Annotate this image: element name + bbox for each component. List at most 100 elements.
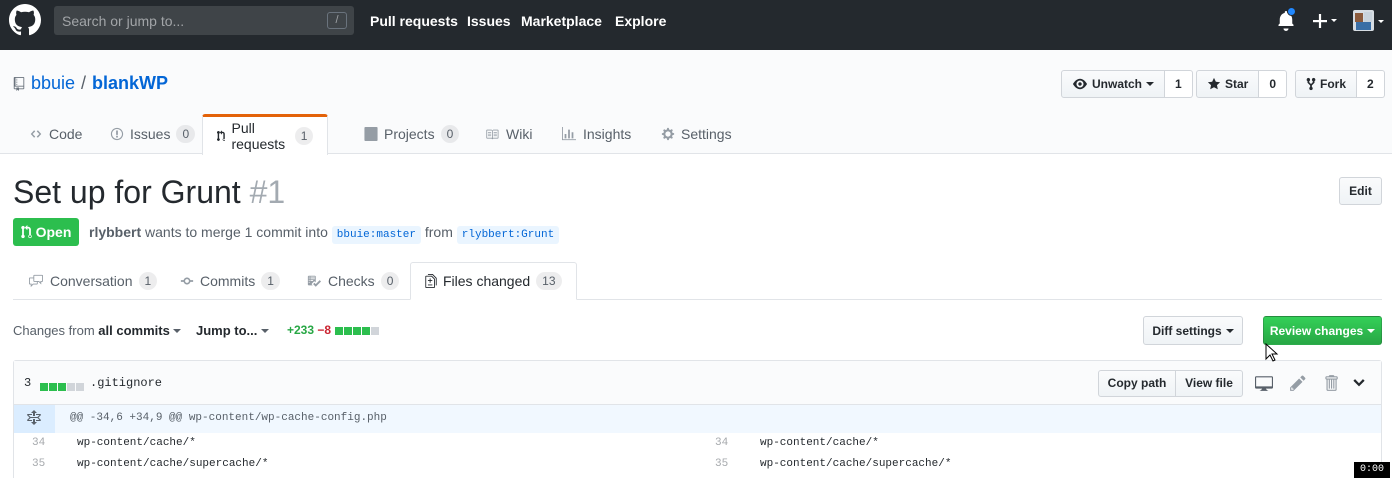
checklist-icon <box>307 275 321 287</box>
pr-author-link[interactable]: rlybbert <box>89 224 141 240</box>
unwatch-button[interactable]: Unwatch <box>1061 70 1166 98</box>
review-changes-button[interactable]: Review changes <box>1263 316 1382 345</box>
pr-meta-text: wants to merge 1 commit into <box>145 224 328 240</box>
head-branch[interactable]: rlybbert:Grunt <box>456 226 560 244</box>
base-branch[interactable]: bbuie:master <box>331 226 421 244</box>
pr-state-label: Open <box>35 224 72 240</box>
search-input[interactable] <box>54 6 324 35</box>
github-logo-icon[interactable] <box>9 4 41 36</box>
fork-button[interactable]: Fork <box>1295 70 1358 98</box>
file-change-count: 3 <box>24 376 32 390</box>
tab-pull-requests-count: 1 <box>294 127 314 145</box>
code-icon <box>30 130 42 138</box>
repo-path-separator: / <box>81 73 87 93</box>
watch-group: Unwatch 1 <box>1061 70 1193 98</box>
left-line-number[interactable]: 35 <box>32 458 45 470</box>
file-name-link[interactable]: .gitignore <box>90 376 162 390</box>
unfold-icon <box>27 410 41 425</box>
tab-issues[interactable]: Issues 0 <box>110 114 196 154</box>
pr-state-badge: Open <box>13 218 79 246</box>
from-text: from <box>424 224 453 240</box>
caret-down-icon <box>1225 328 1234 333</box>
diff-line: 35 wp-content/cache/supercache/* 35 wp-c… <box>14 454 1381 475</box>
additions-count: +233 <box>287 323 315 337</box>
tab-commits-count: 1 <box>261 272 280 290</box>
changes-from-label: Changes from <box>13 323 95 338</box>
nav-marketplace[interactable]: Marketplace <box>521 13 602 29</box>
diffstat: +233 −8 <box>287 323 380 337</box>
file-header: 3 .gitignore Copy path View file <box>14 361 1381 405</box>
star-group: Star 0 <box>1196 70 1288 98</box>
avatar <box>1353 10 1384 31</box>
tab-pull-requests[interactable]: Pull requests 1 <box>202 114 329 155</box>
tab-checks-count: 0 <box>380 272 400 290</box>
pr-meta: rlybbert wants to merge 1 commit into bb… <box>89 224 560 244</box>
fork-icon <box>1306 77 1316 91</box>
gear-icon <box>661 127 675 141</box>
pr-title-text: Set up for Grunt <box>13 174 241 210</box>
right-line-code: wp-content/cache/* <box>760 437 879 449</box>
tab-settings[interactable]: Settings <box>661 114 732 154</box>
tab-code[interactable]: Code <box>29 114 82 154</box>
device-desktop-icon[interactable] <box>1255 374 1273 392</box>
right-line-number[interactable]: 35 <box>715 458 728 470</box>
tab-conversation-count: 1 <box>138 272 158 290</box>
deletions-count: −8 <box>317 323 332 337</box>
fork-label: Fork <box>1320 77 1347 91</box>
tab-insights[interactable]: Insights <box>561 114 631 154</box>
user-avatar-menu[interactable] <box>1352 9 1388 33</box>
nav-explore[interactable]: Explore <box>615 13 666 29</box>
repo-icon <box>13 77 25 91</box>
watchers-count[interactable]: 1 <box>1165 70 1193 98</box>
edit-title-button[interactable]: Edit <box>1339 177 1382 205</box>
nav-pull-requests[interactable]: Pull requests <box>370 13 458 29</box>
tab-conversation[interactable]: Conversation 1 <box>28 262 158 300</box>
pr-number: #1 <box>249 174 286 210</box>
caret-down-icon <box>261 329 270 333</box>
file-diff-icon <box>425 274 437 288</box>
diff-settings-label: Diff settings <box>1152 323 1222 338</box>
caret-down-icon <box>173 329 182 333</box>
project-icon <box>364 127 378 141</box>
repo-owner-link[interactable]: bbuie <box>31 73 75 94</box>
comment-discussion-icon <box>29 274 43 288</box>
tab-files-changed[interactable]: Files changed 13 <box>410 262 577 300</box>
tab-issues-count: 0 <box>176 125 196 143</box>
jump-to-menu[interactable]: Jump to... <box>196 323 270 338</box>
tab-commits[interactable]: Commits 1 <box>180 262 280 300</box>
graph-icon <box>562 127 576 141</box>
left-line-code: wp-content/cache/supercache/* <box>77 458 269 470</box>
hunk-header-text: @@ -34,6 +34,9 @@ wp-content/wp-cache-co… <box>70 412 387 424</box>
diff-settings-button[interactable]: Diff settings <box>1143 316 1243 345</box>
tab-projects[interactable]: Projects 0 <box>364 114 460 154</box>
book-icon <box>486 129 499 139</box>
left-line-number[interactable]: 34 <box>32 437 45 449</box>
expand-context-button[interactable] <box>14 405 55 433</box>
nav-issues[interactable]: Issues <box>467 13 511 29</box>
copy-path-button[interactable]: Copy path <box>1098 370 1176 397</box>
tab-code-label: Code <box>49 126 83 142</box>
git-commit-icon <box>180 277 194 285</box>
chevron-down-icon[interactable] <box>1350 374 1368 392</box>
trash-icon[interactable] <box>1322 374 1340 392</box>
recording-timer: 0:00 <box>1354 462 1390 478</box>
create-new-menu[interactable] <box>1311 8 1339 34</box>
right-line-number[interactable]: 34 <box>715 437 728 449</box>
view-file-button[interactable]: View file <box>1175 370 1243 397</box>
eye-icon <box>1073 78 1087 90</box>
stargazers-count[interactable]: 0 <box>1259 70 1288 98</box>
tab-wiki[interactable]: Wiki <box>484 114 532 154</box>
star-label: Star <box>1225 77 1249 91</box>
jump-to-label: Jump to... <box>196 323 258 338</box>
repo-name-link[interactable]: blankWP <box>92 73 168 94</box>
left-line-code: wp-content/cache/* <box>77 437 196 449</box>
pencil-icon[interactable] <box>1289 374 1307 392</box>
fork-group: Fork 2 <box>1295 70 1385 98</box>
tab-checks[interactable]: Checks 0 <box>306 262 400 300</box>
changes-from-menu[interactable]: Changes from all commits <box>13 323 182 338</box>
plus-icon <box>1313 14 1337 28</box>
forks-count[interactable]: 2 <box>1357 70 1385 98</box>
star-button[interactable]: Star <box>1196 70 1260 98</box>
mouse-cursor-icon <box>1265 343 1279 362</box>
file-diffstat-bar <box>39 378 84 394</box>
